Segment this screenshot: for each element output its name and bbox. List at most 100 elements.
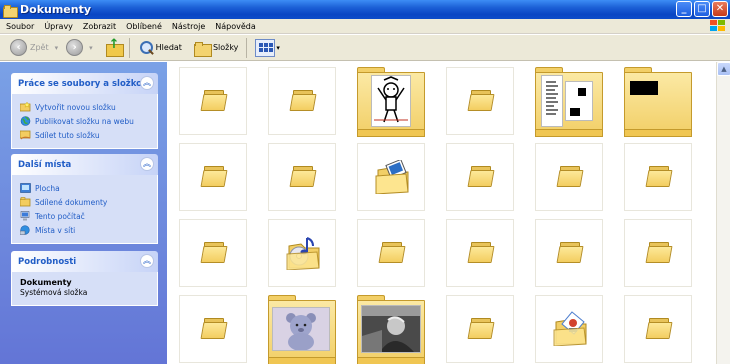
search-button[interactable]: Hledat <box>136 37 184 59</box>
task-label: Publikovat složku na webu <box>35 116 134 126</box>
back-button[interactable]: ‹ Zpět <box>8 37 51 59</box>
menu-soubor[interactable]: Soubor <box>0 22 39 31</box>
collapse-icon[interactable]: ︽ <box>140 76 154 90</box>
file-item[interactable] <box>268 67 336 135</box>
folder-icon <box>378 242 406 264</box>
folders-icon <box>193 41 212 57</box>
vertical-scrollbar[interactable]: ▲ <box>716 62 730 364</box>
place-desktop[interactable]: Plocha <box>20 181 149 195</box>
place-my-computer[interactable]: Tento počítač <box>20 209 149 223</box>
file-item[interactable] <box>624 219 692 287</box>
file-item[interactable] <box>268 143 336 211</box>
folder-icon <box>200 318 228 340</box>
back-dropdown-icon[interactable]: ▾ <box>55 44 59 52</box>
file-item[interactable] <box>179 219 247 287</box>
computer-icon <box>20 211 30 221</box>
pictures-folder-icon <box>375 160 409 194</box>
scroll-up-icon[interactable]: ▲ <box>717 62 730 76</box>
menu-nastroje[interactable]: Nástroje <box>167 22 210 31</box>
folder-up-icon[interactable] <box>105 37 124 57</box>
forward-dropdown-icon[interactable]: ▾ <box>89 44 93 52</box>
photo-folder-icon <box>268 295 336 364</box>
folder-icon <box>624 67 692 139</box>
new-folder-icon <box>20 102 31 112</box>
task-label: Vytvořit novou složku <box>35 102 116 112</box>
view-thumbnails-icon[interactable] <box>255 38 276 57</box>
folder-icon <box>467 90 495 112</box>
file-tasks-header[interactable]: Práce se soubory a složkou ︽ <box>11 73 158 94</box>
special-folder-icon <box>553 311 587 346</box>
file-item[interactable] <box>268 295 336 364</box>
folders-button[interactable]: Složky <box>184 37 240 59</box>
details-panel: Podrobnosti ︽ Dokumenty Systémová složka <box>11 251 158 306</box>
place-label: Tento počítač <box>35 211 85 221</box>
menu-oblibene[interactable]: Oblíbené <box>121 22 167 31</box>
view-dropdown-icon[interactable]: ▾ <box>276 44 280 52</box>
file-item[interactable] <box>535 295 603 363</box>
task-publish-web[interactable]: Publikovat složku na webu <box>20 114 149 128</box>
file-item[interactable] <box>357 295 425 364</box>
folder-icon <box>200 166 228 188</box>
file-item[interactable] <box>446 295 514 363</box>
share-folder-icon <box>20 130 31 140</box>
minimize-button[interactable]: _ <box>676 1 692 17</box>
file-item[interactable] <box>446 219 514 287</box>
panel-title: Podrobnosti <box>18 256 77 267</box>
details-header[interactable]: Podrobnosti ︽ <box>11 251 158 272</box>
back-label: Zpět <box>30 43 49 52</box>
task-share-folder[interactable]: Sdílet tuto složku <box>20 128 149 142</box>
photo-folder-icon <box>357 295 425 364</box>
title-bar: Dokumenty _ □ ✕ <box>0 0 730 19</box>
menu-bar: Soubor Úpravy Zobrazit Oblíbené Nástroje… <box>0 19 730 34</box>
maximize-button[interactable]: □ <box>694 1 710 17</box>
file-item[interactable] <box>624 67 692 137</box>
file-item[interactable] <box>624 143 692 211</box>
folder-icon <box>645 166 673 188</box>
back-arrow-icon: ‹ <box>10 39 27 56</box>
task-pane: Práce se soubory a složkou ︽ Vytvořit no… <box>0 62 167 364</box>
toolbar-separator <box>246 37 248 58</box>
task-label: Sdílet tuto složku <box>35 130 100 140</box>
collapse-icon[interactable]: ︽ <box>140 254 154 268</box>
forward-button[interactable]: › <box>64 37 85 59</box>
place-label: Sdílené dokumenty <box>35 197 108 207</box>
folder-icon <box>467 318 495 340</box>
detail-name: Dokumenty <box>20 278 72 287</box>
globe-icon <box>20 116 31 126</box>
file-item[interactable] <box>357 67 425 137</box>
file-item[interactable] <box>535 143 603 211</box>
collapse-icon[interactable]: ︽ <box>140 157 154 171</box>
menu-napoveda[interactable]: Nápověda <box>210 22 261 31</box>
other-places-header[interactable]: Další místa ︽ <box>11 154 158 175</box>
menu-zobrazit[interactable]: Zobrazit <box>78 22 121 31</box>
file-item[interactable] <box>179 67 247 135</box>
folder-icon <box>467 242 495 264</box>
menu-upravy[interactable]: Úpravy <box>39 22 78 31</box>
folders-label: Složky <box>212 43 239 52</box>
file-item[interactable] <box>179 295 247 363</box>
window-title: Dokumenty <box>20 3 92 16</box>
file-item[interactable] <box>446 67 514 135</box>
close-button[interactable]: ✕ <box>712 1 728 17</box>
file-list <box>167 62 716 364</box>
detail-type: Systémová složka <box>20 288 88 297</box>
file-item[interactable] <box>179 143 247 211</box>
place-label: Místa v síti <box>35 225 76 235</box>
file-item[interactable] <box>624 295 692 363</box>
file-item[interactable] <box>446 143 514 211</box>
file-item[interactable] <box>535 219 603 287</box>
file-item[interactable] <box>357 143 425 211</box>
file-tasks-panel: Práce se soubory a složkou ︽ Vytvořit no… <box>11 73 158 149</box>
folder-icon <box>556 242 584 264</box>
place-network[interactable]: Místa v síti <box>20 223 149 237</box>
search-label: Hledat <box>155 43 182 52</box>
desktop-icon <box>20 183 31 193</box>
file-item[interactable] <box>357 219 425 287</box>
folder-icon <box>3 4 18 18</box>
file-item[interactable] <box>535 67 603 137</box>
task-new-folder[interactable]: Vytvořit novou složku <box>20 100 149 114</box>
shared-folder-icon <box>20 197 31 207</box>
place-shared-documents[interactable]: Sdílené dokumenty <box>20 195 149 209</box>
file-item[interactable] <box>268 219 336 287</box>
folder-icon <box>289 166 317 188</box>
